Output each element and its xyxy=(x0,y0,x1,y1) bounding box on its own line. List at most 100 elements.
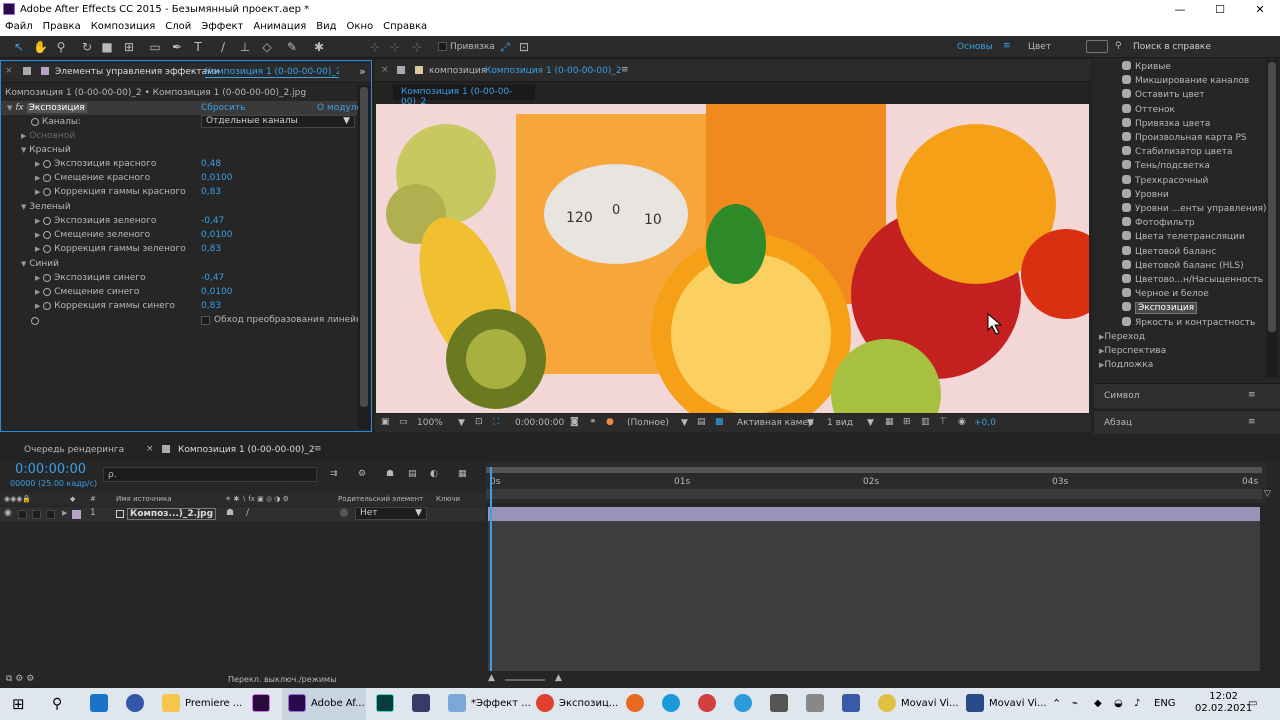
panel-menu-icon[interactable]: ≡ xyxy=(314,444,322,454)
panel-menu-icon[interactable]: ≡ xyxy=(1248,390,1256,400)
channel-icon[interactable]: ● xyxy=(606,417,614,427)
mail-icon[interactable] xyxy=(90,694,108,712)
playhead[interactable] xyxy=(490,467,492,671)
channels-dropdown[interactable]: Отдельные каналы ▼ xyxy=(201,115,355,128)
composition-tab[interactable]: Композиция 1 (0-00-00-00)_2 xyxy=(178,445,315,455)
monitor-icon[interactable]: ▭ xyxy=(399,417,408,427)
effect-list-item[interactable]: Экспозиция xyxy=(1122,301,1198,315)
effect-list-item[interactable]: Оттенок xyxy=(1122,103,1175,117)
roto-brush-tool-icon[interactable]: ✎ xyxy=(285,40,299,54)
comp-button-icon[interactable]: ▽ xyxy=(1264,489,1271,499)
toggle-layer-switches-icon[interactable]: ⧉ ⚙ ⚙ xyxy=(6,674,34,684)
axis-world-icon[interactable]: ⊹ xyxy=(388,40,402,54)
effect-controls-scrollbar[interactable] xyxy=(358,85,370,429)
param-value[interactable]: 0,0100 xyxy=(201,171,233,185)
axis-view-icon[interactable]: ⊹ xyxy=(410,40,424,54)
snap-grid-icon[interactable]: ⊡ xyxy=(517,40,531,54)
telegram-icon[interactable] xyxy=(734,694,752,712)
parent-pickwhip-icon[interactable]: ◎ xyxy=(340,508,348,518)
stopwatch-icon[interactable] xyxy=(43,159,52,168)
panel-close-icon[interactable]: × xyxy=(381,65,389,75)
menu-help[interactable]: Справка xyxy=(378,20,432,32)
param-value[interactable]: 0,0100 xyxy=(201,228,233,242)
audio-toggle[interactable] xyxy=(18,510,27,519)
effect-list-item[interactable]: Микширование каналов xyxy=(1122,74,1249,88)
effect-list-item[interactable]: Цветовой баланс (HLS) xyxy=(1122,259,1244,273)
composition-mini-flowchart-icon[interactable]: ⇉ xyxy=(330,469,338,479)
panel-menu-icon[interactable]: ≡ xyxy=(1248,417,1256,427)
menu-composition[interactable]: Композиция xyxy=(86,20,161,32)
menu-animation[interactable]: Анимация xyxy=(248,20,311,32)
work-area-bar[interactable] xyxy=(486,467,1262,473)
minimize-button[interactable]: — xyxy=(1160,0,1200,20)
firefox-icon[interactable] xyxy=(626,694,644,712)
transparency-grid-icon[interactable]: ⛶ xyxy=(493,417,499,427)
shy-switch-icon[interactable]: ☗ xyxy=(226,508,234,518)
effect-list-item[interactable]: Черное и белое xyxy=(1122,287,1209,301)
panel-menu-icon[interactable]: ≡ xyxy=(621,65,629,75)
graph-editor-icon[interactable]: ▦ xyxy=(458,469,467,479)
resolution-value[interactable]: (Полное) xyxy=(627,418,669,428)
usb-icon[interactable] xyxy=(770,694,788,712)
current-timecode[interactable]: 0:00:00:00 xyxy=(515,418,564,428)
effects-list-scrollbar[interactable] xyxy=(1266,60,1278,378)
render-queue-tab[interactable]: Очередь рендеринга xyxy=(24,445,124,455)
effect-list-item[interactable]: Цвета телетрансляции xyxy=(1122,230,1245,244)
zoom-out-icon[interactable]: ▲ xyxy=(488,673,495,683)
workspace-basic[interactable]: Основы xyxy=(957,42,993,52)
taskbar-notepad[interactable]: *Эффект ... xyxy=(448,688,531,720)
puppet-pin-tool-icon[interactable]: ✱ xyxy=(312,40,326,54)
views-value[interactable]: 1 вид xyxy=(827,418,853,428)
effect-list-item[interactable]: Стабилизатор цвета xyxy=(1122,145,1232,159)
zoom-in-icon[interactable]: ▲ xyxy=(555,673,562,683)
column-source-name[interactable]: Имя источника xyxy=(116,495,172,503)
taskbar-after-effects[interactable]: Adobe Af... xyxy=(282,688,366,720)
edge-icon[interactable] xyxy=(662,694,680,712)
quality-switch-icon[interactable]: ∕ xyxy=(246,508,249,518)
param-value[interactable]: 0,83 xyxy=(201,185,221,199)
reset-link[interactable]: Сбросить xyxy=(201,101,245,115)
layer-search-input[interactable]: ρ. xyxy=(103,467,317,482)
shy-layers-icon[interactable]: ☗ xyxy=(386,469,394,479)
brush-tool-icon[interactable]: ∕ xyxy=(216,40,230,54)
effect-list-item[interactable]: Цветовой баланс xyxy=(1122,245,1216,259)
language-indicator[interactable]: ENG xyxy=(1154,688,1176,720)
workspace-color[interactable]: Цвет xyxy=(1028,42,1051,52)
effect-name[interactable]: Экспозиция xyxy=(26,103,87,113)
menu-edit[interactable]: Правка xyxy=(38,20,86,32)
param-value[interactable]: 0,0100 xyxy=(201,285,233,299)
transparency-icon[interactable]: ▩ xyxy=(715,417,724,427)
stopwatch-icon[interactable] xyxy=(43,301,52,310)
region-icon[interactable]: ⊡ xyxy=(475,417,483,427)
timeline-icon[interactable]: ▥ xyxy=(921,417,930,427)
time-ruler[interactable]: 0s 01s 02s 03s 04s xyxy=(486,463,1266,503)
param-value[interactable]: 0,83 xyxy=(201,299,221,313)
group-1[interactable]: ▼ Зеленый xyxy=(21,200,71,214)
tray-clock[interactable]: 12:02 02.02.2021 xyxy=(1195,691,1252,715)
stopwatch-icon[interactable] xyxy=(43,187,52,196)
wifi-icon[interactable]: ◒ xyxy=(1114,688,1123,720)
effect-list-item[interactable]: Привязка цвета xyxy=(1122,117,1210,131)
type-tool-icon[interactable]: T xyxy=(191,40,205,54)
exposure-value[interactable]: +0,0 xyxy=(974,418,996,428)
camera-tool-icon[interactable]: ■ xyxy=(100,40,114,54)
menu-window[interactable]: Окно xyxy=(342,20,379,32)
expand-triangle-icon[interactable]: ▶ xyxy=(35,271,40,285)
timeline-timecode[interactable]: 0:00:00:00 xyxy=(15,462,86,477)
resolution-dropdown-icon[interactable]: ▼ xyxy=(681,418,688,428)
taskbar-movavi-2[interactable]: Movavi Vi... xyxy=(966,688,1047,720)
stopwatch-icon[interactable] xyxy=(43,216,52,225)
visibility-eye-icon[interactable]: ◉ xyxy=(4,508,12,518)
snap-option-icon[interactable]: ⤢ xyxy=(498,40,512,54)
clone-stamp-tool-icon[interactable]: ⊥ xyxy=(238,40,252,54)
stopwatch-icon[interactable] xyxy=(43,230,52,239)
taskbar-premiere-folder[interactable]: Premiere ... xyxy=(162,688,242,720)
camera-dropdown-icon[interactable]: ▼ xyxy=(807,418,814,428)
composition-tab-name[interactable]: Композиция 1 (0-00-00-00)_2 xyxy=(485,66,622,76)
effect-list-item[interactable]: Фотофильтр xyxy=(1122,216,1195,230)
effect-list-item[interactable]: Уровни ...енты управления) xyxy=(1122,202,1266,216)
expand-triangle-icon[interactable]: ▶ xyxy=(21,129,26,143)
close-button[interactable]: ✕ xyxy=(1240,0,1280,20)
snapshot-icon[interactable]: ◙ xyxy=(570,417,579,427)
menu-view[interactable]: Вид xyxy=(311,20,341,32)
